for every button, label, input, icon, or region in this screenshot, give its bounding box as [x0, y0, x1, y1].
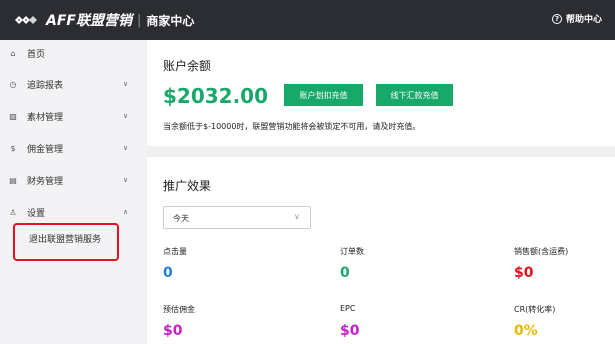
coin-icon: $: [10, 143, 16, 153]
promotion-title: 推广效果: [163, 179, 212, 193]
period-select[interactable]: 今天 ∨: [163, 206, 311, 229]
chevron-up-icon: ∧: [123, 208, 129, 216]
metric-label-orders: 订单数: [340, 247, 364, 256]
chevron-down-icon: ∨: [123, 176, 129, 184]
sidebar-subitem-exit-affiliate[interactable]: 退出联盟营销服务: [13, 223, 119, 261]
help-center-link[interactable]: ? 帮助中心: [552, 12, 602, 25]
chart-icon: ◷: [9, 79, 17, 89]
metric-value-estimated-commission: $0: [163, 323, 183, 339]
offline-remit-topup-button[interactable]: 线下汇款充值: [376, 84, 453, 106]
chevron-down-icon: ∨: [123, 80, 129, 88]
metric-value-orders: 0: [340, 265, 350, 281]
sidebar-item-label: 佣金管理: [27, 144, 64, 155]
balance-amount: $2032.00: [163, 84, 269, 108]
sidebar-item-label: 素材管理: [27, 112, 64, 123]
sidebar-item-label: 追踪报表: [27, 80, 64, 91]
sidebar-item-label: 财务管理: [27, 176, 64, 187]
brand-name: AFF联盟营销: [46, 13, 132, 29]
help-center-label: 帮助中心: [566, 15, 603, 25]
user-icon: ♙: [9, 207, 17, 217]
sidebar: ⌂ 首页 ◷ 追踪报表 ∨ ▨ 素材管理 ∨ $ 佣金管理 ∨ ▤ 财务管理 ∨…: [0, 40, 146, 344]
brand-logo-icon: [15, 16, 37, 24]
promotion-card: 推广效果 今天 ∨ 点击量 0 订单数 0 销售额(含运费) $0 预估佣金 $…: [147, 157, 615, 344]
sidebar-item-settings[interactable]: ♙ 设置 ∧: [0, 202, 146, 222]
brand-logo[interactable]: AFF联盟营销 | 商家中心: [12, 10, 194, 30]
brand-subtitle: 商家中心: [146, 13, 195, 28]
balance-card: 账户余额 $2032.00 账户划扣充值 线下汇款充值 当余额低于$-10000…: [147, 40, 615, 146]
top-navbar: AFF联盟营销 | 商家中心 ? 帮助中心: [0, 0, 615, 40]
chevron-down-icon: ∨: [294, 212, 300, 221]
chevron-down-icon: ∨: [123, 144, 129, 152]
balance-warning-note: 当余额低于$-10000时，联盟营销功能将会被锁定不可用，请及时充值。: [163, 122, 421, 131]
balance-title: 账户余额: [163, 59, 212, 73]
sidebar-item-materials[interactable]: ▨ 素材管理 ∨: [0, 106, 146, 126]
sidebar-item-finance[interactable]: ▤ 财务管理 ∨: [0, 170, 146, 190]
image-icon: ▨: [9, 111, 17, 121]
metric-value-epc: $0: [340, 323, 360, 339]
sidebar-item-tracking-reports[interactable]: ◷ 追踪报表 ∨: [0, 74, 146, 94]
chevron-down-icon: ∨: [123, 112, 129, 120]
help-icon: ?: [552, 13, 562, 24]
metric-value-conversion-rate: 0%: [514, 323, 538, 339]
sidebar-item-commission[interactable]: $ 佣金管理 ∨: [0, 138, 146, 158]
metric-label-sales: 销售额(含运费): [514, 247, 569, 256]
metric-label-clicks: 点击量: [163, 247, 187, 256]
sidebar-subitem-label: 退出联盟营销服务: [29, 235, 102, 245]
metric-value-clicks: 0: [163, 265, 173, 281]
metric-label-conversion-rate: CR(转化率): [514, 305, 556, 314]
account-deduct-topup-button[interactable]: 账户划扣充值: [284, 84, 363, 106]
ledger-icon: ▤: [9, 175, 17, 185]
metric-value-sales: $0: [514, 265, 534, 281]
home-icon: ⌂: [10, 48, 16, 58]
sidebar-item-label: 设置: [27, 208, 46, 219]
metric-label-estimated-commission: 预估佣金: [163, 305, 195, 314]
period-select-value: 今天: [173, 214, 189, 223]
brand-separator: |: [136, 12, 142, 28]
sidebar-item-home[interactable]: ⌂ 首页: [0, 43, 146, 63]
metric-label-epc: EPC: [340, 304, 356, 313]
sidebar-item-label: 首页: [27, 49, 46, 60]
